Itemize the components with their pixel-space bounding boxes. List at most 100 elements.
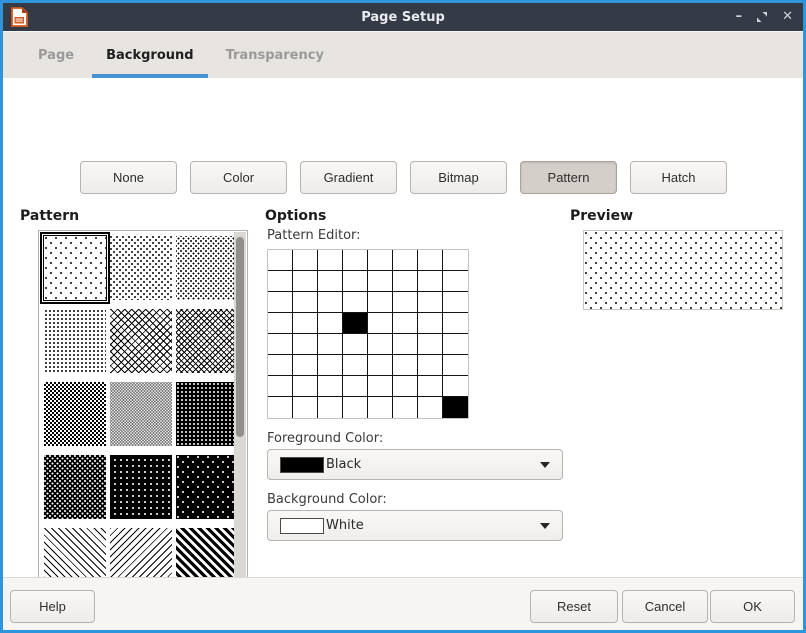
pattern-swatch-dark-dots-85[interactable] [110,455,172,519]
background-color-dropdown[interactable]: White [267,510,563,541]
pattern-editor-cell[interactable] [418,376,443,397]
fill-type-gradient-button[interactable]: Gradient [300,161,397,194]
tab-transparency[interactable]: Transparency [212,32,338,78]
titlebar[interactable]: Page Setup – ✕ [3,3,803,31]
pattern-editor-cell[interactable] [418,271,443,292]
pattern-editor-cell[interactable] [343,292,368,313]
pattern-editor-cell[interactable] [343,397,368,418]
pattern-editor-cell[interactable] [293,376,318,397]
pattern-editor-cell[interactable] [293,292,318,313]
pattern-editor-cell[interactable] [368,334,393,355]
pattern-editor-cell[interactable] [418,355,443,376]
fill-type-none-button[interactable]: None [80,161,177,194]
pattern-editor-cell[interactable] [393,376,418,397]
pattern-editor-cell[interactable] [268,397,293,418]
pattern-editor-cell[interactable] [343,355,368,376]
pattern-editor-cell[interactable] [293,355,318,376]
pattern-editor-cell[interactable] [268,334,293,355]
pattern-editor-cell[interactable] [318,250,343,271]
reset-button[interactable]: Reset [530,590,618,623]
pattern-editor-cell[interactable] [318,334,343,355]
pattern-editor-cell[interactable] [443,250,468,271]
pattern-editor-cell[interactable] [293,334,318,355]
pattern-editor-cell[interactable] [368,355,393,376]
pattern-swatch-checker-50[interactable] [44,382,106,446]
fill-type-hatch-button[interactable]: Hatch [630,161,727,194]
pattern-editor-cell[interactable] [393,397,418,418]
pattern-editor-cell[interactable] [318,292,343,313]
pattern-editor-cell[interactable] [393,271,418,292]
pattern-editor-cell[interactable] [343,313,368,334]
cancel-button[interactable]: Cancel [622,590,708,623]
pattern-editor-cell[interactable] [393,355,418,376]
scrollbar-thumb[interactable] [236,237,244,437]
chevron-down-icon [540,523,550,529]
fill-type-pattern-button[interactable]: Pattern [520,161,617,194]
pattern-editor-cell[interactable] [443,355,468,376]
pattern-swatch-specks-60[interactable] [110,382,172,446]
pattern-swatch-mesh-40[interactable] [176,309,238,373]
pattern-editor-cell[interactable] [443,313,468,334]
pattern-editor-cell[interactable] [393,250,418,271]
pattern-editor-cell[interactable] [268,313,293,334]
pattern-editor-cell[interactable] [268,292,293,313]
pattern-editor-cell[interactable] [368,250,393,271]
pattern-editor-cell[interactable] [318,355,343,376]
pattern-editor-cell[interactable] [443,271,468,292]
pattern-editor-cell[interactable] [293,250,318,271]
pattern-editor-cell[interactable] [368,292,393,313]
pattern-editor-cell[interactable] [268,271,293,292]
options-section-title: Options [265,208,326,224]
restore-button[interactable] [756,11,768,23]
pattern-editor-cell[interactable] [293,397,318,418]
pattern-editor-cell[interactable] [418,397,443,418]
pattern-editor-cell[interactable] [343,250,368,271]
close-button[interactable]: ✕ [782,3,793,31]
pattern-swatch-dark-dots-90[interactable] [176,455,238,519]
pattern-editor-cell[interactable] [293,313,318,334]
minimize-button[interactable]: – [736,3,743,31]
pattern-editor-cell[interactable] [418,292,443,313]
pattern-editor-cell[interactable] [393,313,418,334]
pattern-editor-cell[interactable] [443,334,468,355]
pattern-editor-cell[interactable] [268,250,293,271]
pattern-editor-cell[interactable] [443,397,468,418]
pattern-editor-cell[interactable] [343,334,368,355]
foreground-color-dropdown[interactable]: Black [267,449,563,480]
pattern-editor-cell[interactable] [443,292,468,313]
pattern-editor-cell[interactable] [318,397,343,418]
fill-type-color-button[interactable]: Color [190,161,287,194]
pattern-swatch-grid-70[interactable] [176,382,238,446]
pattern-editor-cell[interactable] [318,376,343,397]
pattern-swatch-dots-25[interactable] [44,309,106,373]
pattern-editor-cell[interactable] [418,334,443,355]
ok-button[interactable]: OK [710,590,795,623]
pattern-editor-cell[interactable] [368,376,393,397]
pattern-editor-cell[interactable] [368,397,393,418]
help-button[interactable]: Help [10,590,95,623]
pattern-editor-cell[interactable] [268,376,293,397]
pattern-editor-cell[interactable] [343,271,368,292]
pattern-editor-cell[interactable] [268,355,293,376]
pattern-swatch-dots-10[interactable] [110,236,172,300]
fill-type-bitmap-button[interactable]: Bitmap [410,161,507,194]
pattern-swatch-dots-20[interactable] [176,236,238,300]
pattern-editor-cell[interactable] [318,271,343,292]
pattern-swatch-dark-dots-75[interactable] [44,455,106,519]
tab-page[interactable]: Page [24,32,88,78]
pattern-editor-cell[interactable] [393,334,418,355]
pattern-swatch-mesh-30[interactable] [110,309,172,373]
pattern-editor-cell[interactable] [393,292,418,313]
scrollbar-track[interactable] [234,232,246,598]
pattern-editor-cell[interactable] [368,271,393,292]
background-color-chip [280,518,324,534]
tab-background[interactable]: Background [92,32,208,78]
pattern-editor-cell[interactable] [418,250,443,271]
pattern-swatch-dots-5[interactable] [44,236,106,300]
pattern-editor-cell[interactable] [318,313,343,334]
pattern-editor-cell[interactable] [418,313,443,334]
pattern-editor-cell[interactable] [293,271,318,292]
pattern-editor-cell[interactable] [443,376,468,397]
pattern-editor-cell[interactable] [343,376,368,397]
pattern-editor-cell[interactable] [368,313,393,334]
